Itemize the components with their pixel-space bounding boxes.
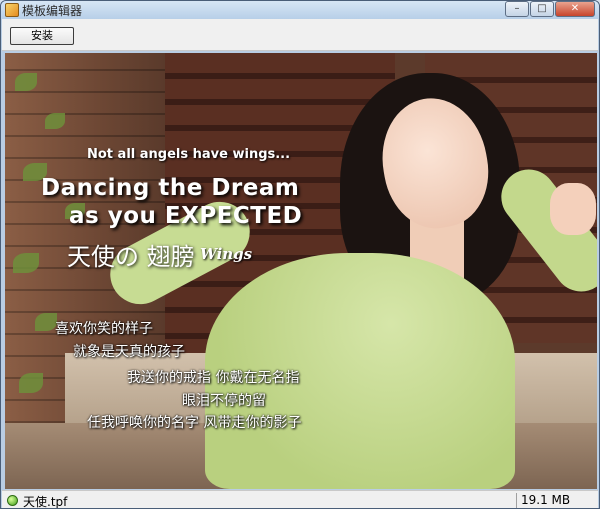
status-indicator-icon xyxy=(7,495,18,506)
wings-script-text: Wings xyxy=(200,245,253,263)
lyric-line: 喜欢你笑的样子 xyxy=(55,321,153,337)
status-divider xyxy=(516,493,517,508)
ivy-leaf xyxy=(19,373,43,393)
headline-line-1: Dancing the Dream xyxy=(41,175,300,201)
status-filename: 天使.tpf xyxy=(23,495,68,509)
window-title: 模板编辑器 xyxy=(22,4,83,18)
figure-hand-right xyxy=(550,183,596,235)
window-controls: – □ ✕ xyxy=(505,1,595,18)
maximize-button[interactable]: □ xyxy=(530,1,554,17)
close-button[interactable]: ✕ xyxy=(555,1,595,17)
toolbar: 安装 xyxy=(2,19,598,51)
tagline-text: Not all angels have wings... xyxy=(87,147,291,162)
lyric-line: 我送你的戒指 你戴在无名指 xyxy=(127,370,300,386)
status-bar: 天使.tpf 19.1 MB xyxy=(2,490,598,509)
chinese-title: 天使の 翅膀 xyxy=(67,243,195,271)
headline-line-2: as you EXPECTED xyxy=(69,203,303,229)
app-window: 模板编辑器 – □ ✕ 安装 Not all angels have wings… xyxy=(0,0,600,509)
ivy-leaf xyxy=(15,73,37,91)
ivy-leaf xyxy=(35,313,57,331)
minimize-button[interactable]: – xyxy=(505,1,529,17)
ivy-leaf xyxy=(13,253,39,273)
lyric-line: 就象是天真的孩子 xyxy=(73,344,185,360)
title-bar[interactable]: 模板编辑器 – □ ✕ xyxy=(1,1,599,19)
preview-image: Not all angels have wings... Dancing the… xyxy=(5,53,597,489)
ivy-leaf xyxy=(45,113,65,129)
lyric-line: 任我呼唤你的名字 风带走你的影子 xyxy=(87,415,302,431)
status-filesize: 19.1 MB xyxy=(521,493,571,507)
install-button[interactable]: 安装 xyxy=(10,27,74,45)
lyric-line: 眼泪不停的留 xyxy=(182,393,266,409)
app-icon xyxy=(5,3,19,17)
